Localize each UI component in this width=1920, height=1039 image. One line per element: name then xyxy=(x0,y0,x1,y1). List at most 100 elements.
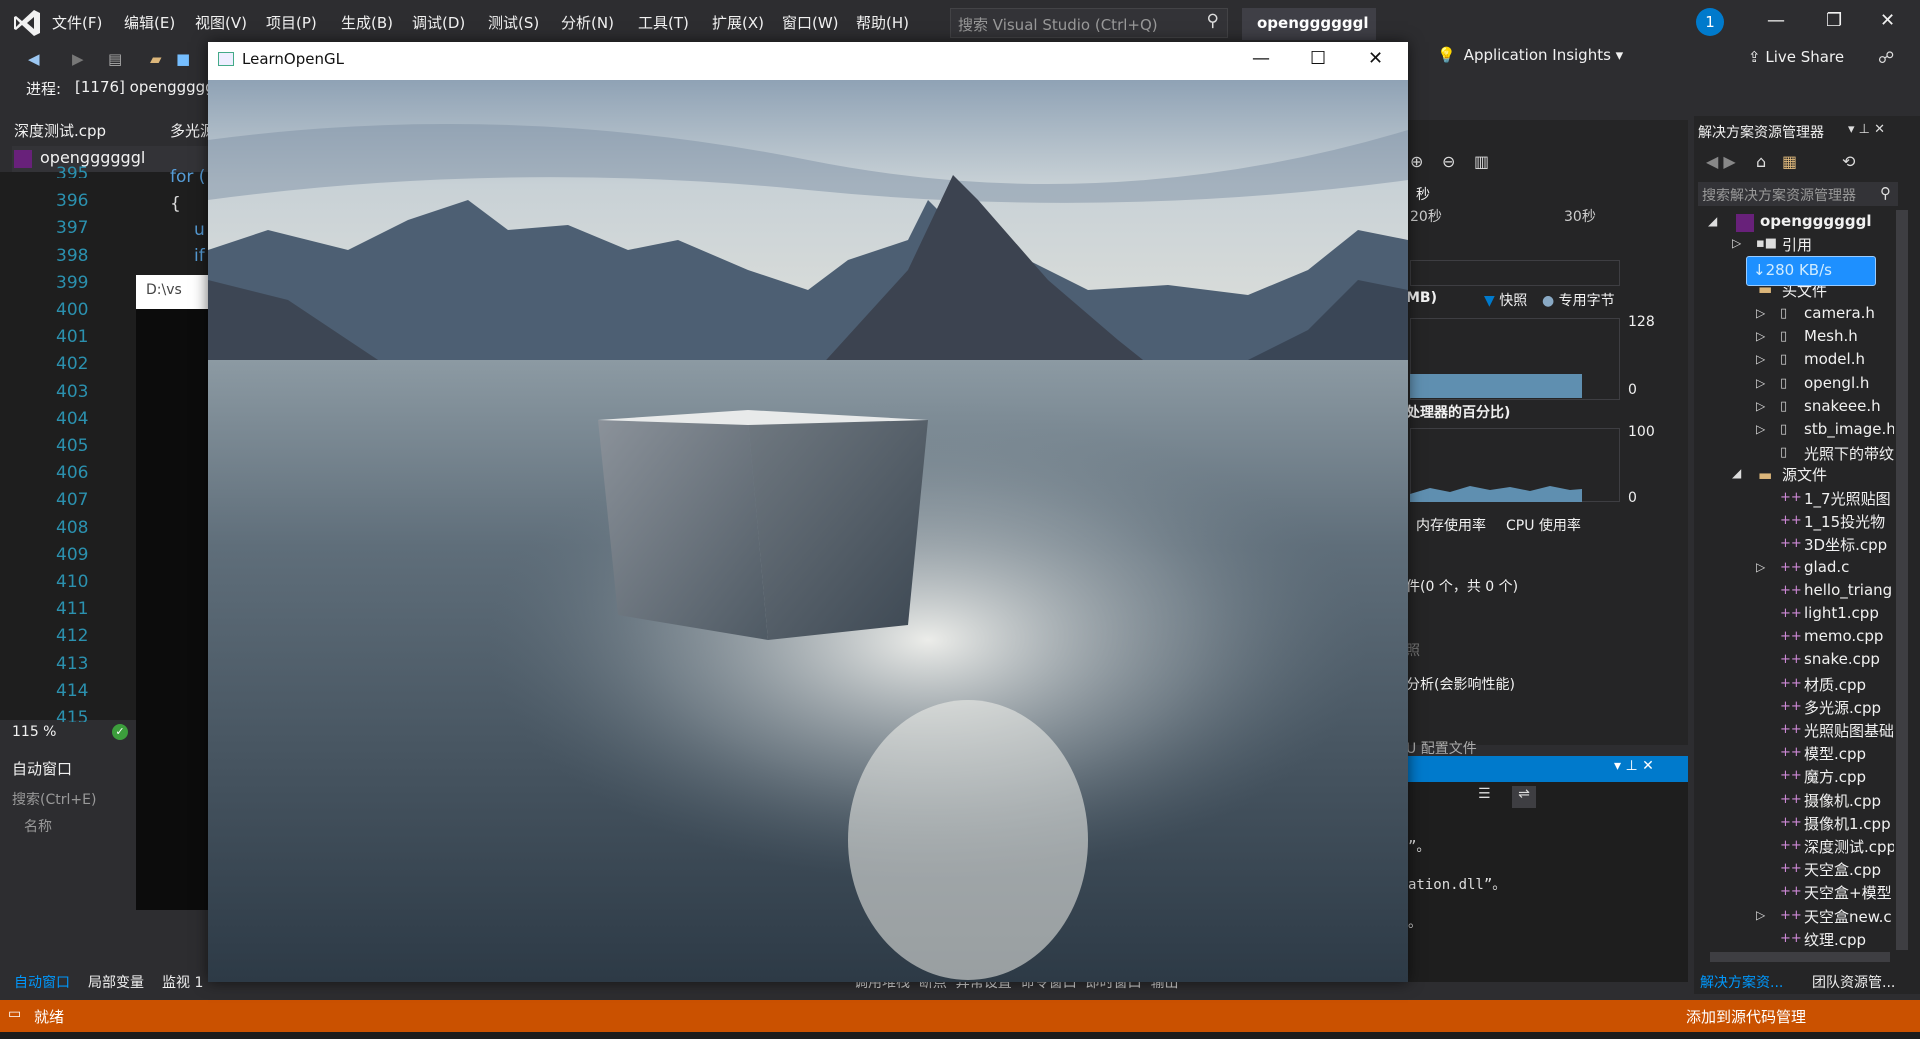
autos-search-input[interactable]: 搜索(Ctrl+E) xyxy=(12,786,136,812)
tab-autos[interactable]: 自动窗口 xyxy=(14,972,70,992)
tab-cpu-usage[interactable]: CPU 使用率 xyxy=(1506,515,1581,535)
gl-close-button[interactable]: ✕ xyxy=(1368,48,1383,69)
sol-file-item[interactable]: 1_7光照贴图 xyxy=(1804,488,1894,509)
tab-memory-usage[interactable]: 内存使用率 xyxy=(1416,515,1486,535)
expand-arrow-icon[interactable]: ◢ xyxy=(1708,214,1717,228)
menu-item[interactable]: 文件(F) xyxy=(52,12,102,33)
collapsed-arrow-icon[interactable]: ▷ xyxy=(1756,908,1765,922)
sol-file-item[interactable]: snakeee.h xyxy=(1804,397,1894,415)
menu-item[interactable]: 调试(D) xyxy=(412,12,465,33)
forward-icon[interactable]: ▶ xyxy=(72,50,84,68)
process-dropdown[interactable]: [1176] openggggg xyxy=(75,78,215,96)
sol-file-item[interactable]: 模型.cpp xyxy=(1804,743,1894,764)
sol-file-item[interactable]: camera.h xyxy=(1804,304,1894,322)
collapsed-arrow-icon[interactable]: ▷ xyxy=(1756,399,1765,413)
cpu-profile-option[interactable]: U 配置文件 xyxy=(1406,738,1477,758)
sol-file-item[interactable]: 材质.cpp xyxy=(1804,674,1894,695)
collapsed-arrow-icon[interactable]: ▷ xyxy=(1756,306,1765,320)
menu-item[interactable]: 项目(P) xyxy=(266,12,317,33)
sol-file-item[interactable]: Mesh.h xyxy=(1804,327,1894,345)
solution-hscrollbar[interactable] xyxy=(1710,952,1890,962)
menu-item[interactable]: 视图(V) xyxy=(195,12,247,33)
tab-team-explorer[interactable]: 团队资源管... xyxy=(1812,972,1895,992)
sol-file-item[interactable]: 多光源.cpp xyxy=(1804,697,1894,718)
output-menu-icon[interactable]: ▾ ⊥ ✕ xyxy=(1614,758,1654,774)
collapsed-arrow-icon[interactable]: ▷ xyxy=(1756,352,1765,366)
menu-item[interactable]: 分析(N) xyxy=(561,12,614,33)
add-to-source-control[interactable]: 添加到源代码管理 xyxy=(1686,1006,1806,1027)
zoom-dropdown[interactable]: 115 % xyxy=(12,724,56,740)
sol-file-item[interactable]: 纹理.cpp xyxy=(1804,929,1894,950)
new-project-icon[interactable]: ▤ xyxy=(108,50,122,68)
collapsed-arrow-icon[interactable]: ▷ xyxy=(1756,560,1765,574)
minimize-button[interactable]: — xyxy=(1767,10,1785,31)
feedback-icon[interactable]: ☍ xyxy=(1878,48,1894,67)
restore-button[interactable]: ❐ xyxy=(1826,10,1842,31)
sol-source-folder[interactable]: 源文件 xyxy=(1782,464,1827,485)
switch-views-icon[interactable]: ▦ xyxy=(1782,152,1797,171)
sol-file-item[interactable]: light1.cpp xyxy=(1804,604,1894,622)
zoom-out-icon[interactable]: ⊖ xyxy=(1442,152,1455,171)
sol-file-item[interactable]: memo.cpp xyxy=(1804,627,1894,645)
save-icon[interactable]: ■ xyxy=(176,50,190,68)
collapsed-arrow-icon[interactable]: ▷ xyxy=(1732,236,1741,250)
collapsed-arrow-icon[interactable]: ▷ xyxy=(1756,422,1765,436)
notification-badge[interactable]: 1 xyxy=(1696,8,1724,36)
clear-all-icon[interactable]: ☰ xyxy=(1478,786,1491,802)
sol-file-item[interactable]: 魔方.cpp xyxy=(1804,766,1894,787)
panel-options-icon[interactable]: ▾ ⊥ ✕ xyxy=(1848,122,1885,137)
menu-item[interactable]: 帮助(H) xyxy=(856,12,909,33)
live-share-button[interactable]: ⇪ Live Share xyxy=(1748,48,1844,66)
close-button[interactable]: ✕ xyxy=(1880,10,1895,31)
sol-file-item[interactable]: glad.c xyxy=(1804,558,1894,576)
collapsed-arrow-icon[interactable]: ▷ xyxy=(1756,329,1765,343)
menu-item[interactable]: 生成(B) xyxy=(341,12,393,33)
application-insights-button[interactable]: 💡 Application Insights ▾ xyxy=(1437,46,1623,64)
expand-arrow-icon[interactable]: ◢ xyxy=(1732,466,1741,480)
tab-depth-test[interactable]: 深度测试.cpp xyxy=(14,120,106,141)
menu-item[interactable]: 测试(S) xyxy=(488,12,539,33)
home-icon[interactable]: ⌂ xyxy=(1756,152,1766,171)
solution-search-input[interactable]: 搜索解决方案资源管理器 xyxy=(1698,182,1898,206)
sol-file-item[interactable]: model.h xyxy=(1804,350,1894,368)
pending-changes-icon[interactable]: ⟲ xyxy=(1842,152,1855,171)
sol-file-item[interactable]: 深度测试.cpp xyxy=(1804,836,1894,857)
sol-file-item[interactable]: 光照下的带纹 xyxy=(1804,443,1894,464)
tab-locals[interactable]: 局部变量 xyxy=(88,972,144,992)
sol-references[interactable]: 引用 xyxy=(1782,234,1812,255)
gl-minimize-button[interactable]: — xyxy=(1252,48,1270,69)
opengl-render-canvas[interactable] xyxy=(208,80,1408,982)
console-window[interactable] xyxy=(136,275,214,910)
back-icon[interactable]: ◀ xyxy=(28,50,40,68)
gl-window-titlebar[interactable] xyxy=(208,42,1408,80)
zoom-in-icon[interactable]: ⊕ xyxy=(1410,152,1423,171)
sol-file-item[interactable]: snake.cpp xyxy=(1804,650,1894,668)
project-name[interactable]: openggggggl xyxy=(1242,8,1376,40)
sol-file-item[interactable]: hello_triang xyxy=(1804,581,1894,599)
solution-scrollbar[interactable] xyxy=(1896,210,1908,950)
tab-watch[interactable]: 监视 1 xyxy=(162,972,203,992)
sol-file-item[interactable]: 1_15投光物 xyxy=(1804,511,1894,532)
sol-file-item[interactable]: opengl.h xyxy=(1804,374,1894,392)
reset-view-icon[interactable]: ▥ xyxy=(1474,152,1489,171)
menu-item[interactable]: 扩展(X) xyxy=(712,12,764,33)
gl-maximize-button[interactable]: ☐ xyxy=(1310,48,1326,69)
sol-file-item[interactable]: 天空盒+模型 xyxy=(1804,882,1894,903)
sol-file-item[interactable]: 光照贴图基础 xyxy=(1804,720,1894,741)
tab-solution-explorer[interactable]: 解决方案资... xyxy=(1700,972,1783,992)
solution-root[interactable]: openggggggl xyxy=(1760,212,1871,230)
word-wrap-icon[interactable]: ⇌ xyxy=(1512,786,1536,808)
menu-item[interactable]: 工具(T) xyxy=(638,12,689,33)
sol-file-item[interactable]: stb_image.h xyxy=(1804,420,1894,438)
menu-item[interactable]: 窗口(W) xyxy=(782,12,839,33)
menu-item[interactable]: 编辑(E) xyxy=(124,12,175,33)
search-input[interactable]: 搜索 Visual Studio (Ctrl+Q) ⚲ xyxy=(950,8,1228,38)
sol-file-item[interactable]: 天空盒.cpp xyxy=(1804,859,1894,880)
sol-file-item[interactable]: 天空盒new.c xyxy=(1804,906,1894,927)
sol-back-icon[interactable]: ◀ ▶ xyxy=(1706,152,1736,171)
profile-option[interactable]: 分析(会影响性能) xyxy=(1406,674,1515,694)
open-folder-icon[interactable]: ▰ xyxy=(150,50,162,68)
collapsed-arrow-icon[interactable]: ▷ xyxy=(1756,376,1765,390)
sol-file-item[interactable]: 3D坐标.cpp xyxy=(1804,534,1894,555)
sol-file-item[interactable]: 摄像机1.cpp xyxy=(1804,813,1894,834)
